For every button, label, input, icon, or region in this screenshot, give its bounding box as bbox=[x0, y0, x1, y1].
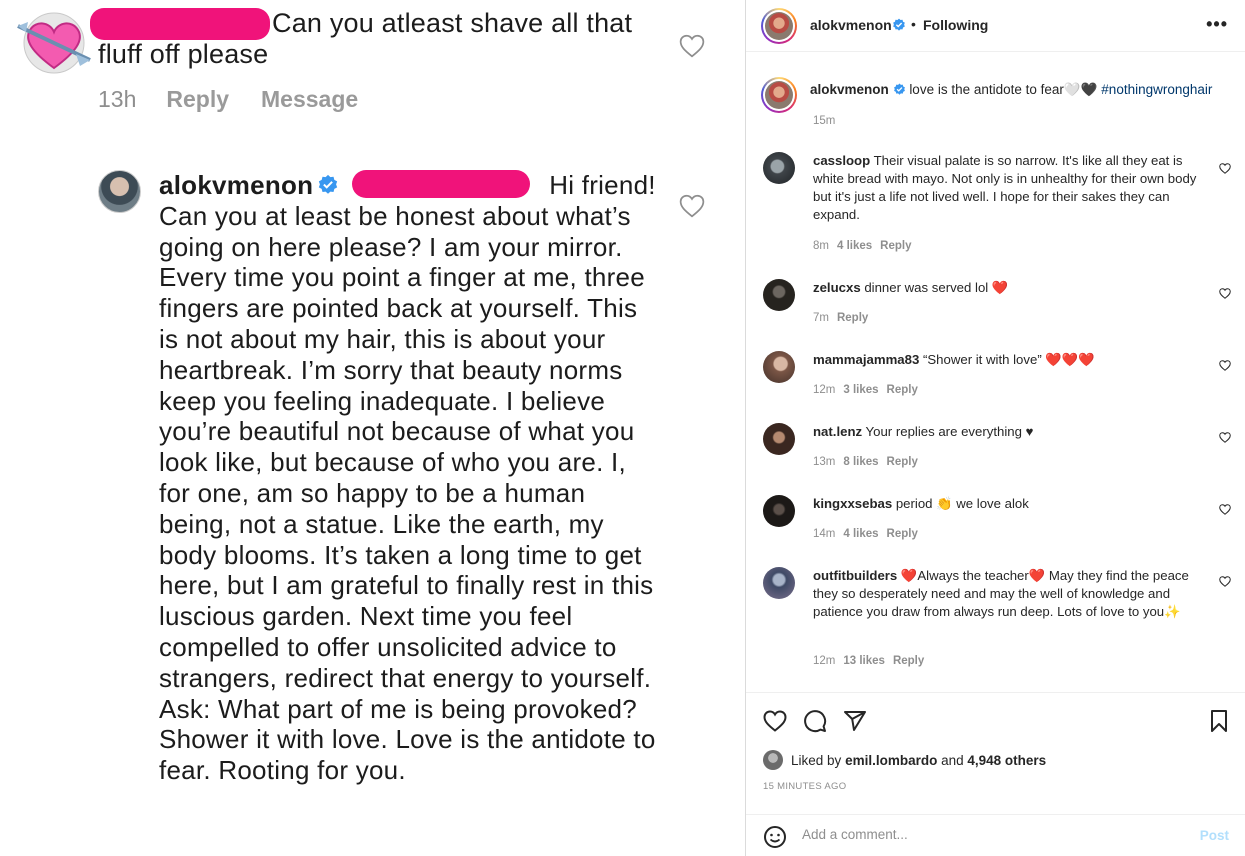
comment-like-heart-icon[interactable] bbox=[1219, 576, 1231, 587]
comment-username[interactable]: nat.lenz bbox=[813, 424, 862, 439]
likes-summary: Liked by emil.lombardo and 4,948 others bbox=[763, 750, 1046, 770]
comment-likes[interactable]: 8 likes bbox=[843, 456, 878, 468]
comment1-text: Can you atleast shave all that fluff off… bbox=[98, 8, 633, 69]
comment-likes[interactable]: 4 likes bbox=[837, 240, 872, 252]
comment-like-heart-icon[interactable] bbox=[1219, 360, 1231, 371]
post-actions: Liked by emil.lombardo and 4,948 others … bbox=[746, 692, 1245, 856]
comment-body: nat.lenz Your replies are everything ♥ bbox=[813, 424, 1034, 439]
likes-others-link[interactable]: 4,948 others bbox=[967, 753, 1046, 768]
caption-avatar[interactable] bbox=[761, 77, 797, 113]
comment-input[interactable] bbox=[802, 827, 1182, 842]
comment-likes[interactable]: 3 likes bbox=[843, 384, 878, 396]
comment-username[interactable]: outfitbuilders bbox=[813, 568, 897, 583]
caption-time: 15m bbox=[813, 115, 836, 127]
commenter-avatar[interactable] bbox=[763, 495, 795, 527]
comment-like-heart-icon[interactable] bbox=[1219, 163, 1231, 174]
comment-meta: 13m 8 likes Reply bbox=[813, 456, 918, 468]
alokvmenon-avatar bbox=[98, 170, 141, 213]
post-header: alokvmenon • Following ••• bbox=[746, 0, 1245, 52]
comment-like-heart-icon[interactable] bbox=[1219, 288, 1231, 299]
more-options-icon[interactable]: ••• bbox=[1206, 14, 1228, 35]
comment-meta: 12m 3 likes Reply bbox=[813, 384, 918, 396]
emoji-icon[interactable] bbox=[763, 825, 787, 849]
like-heart-icon[interactable] bbox=[763, 709, 787, 733]
comment-likes[interactable]: 13 likes bbox=[843, 655, 885, 667]
caption-hashtag[interactable]: #nothingwronghair bbox=[1101, 82, 1212, 97]
comment-meta: 12m 13 likes Reply bbox=[813, 655, 925, 667]
comment1-reply-button[interactable]: Reply bbox=[166, 86, 229, 113]
comment-meta: 8m 4 likes Reply bbox=[813, 240, 912, 252]
comment-meta: 14m 4 likes Reply bbox=[813, 528, 918, 540]
commenter-avatar[interactable] bbox=[763, 423, 795, 455]
liker-username[interactable]: emil.lombardo bbox=[845, 753, 937, 768]
caption: alokvmenon love is the antidote to fear🤍… bbox=[810, 82, 1230, 98]
header-avatar[interactable] bbox=[761, 8, 797, 44]
share-paper-plane-icon[interactable] bbox=[843, 709, 867, 733]
comment-reply-button[interactable]: Reply bbox=[880, 240, 911, 252]
caption-username[interactable]: alokvmenon bbox=[810, 82, 889, 97]
commenter-avatar[interactable] bbox=[763, 279, 795, 311]
verified-badge-icon bbox=[893, 83, 905, 95]
comment1-meta: 13h Reply Message bbox=[98, 86, 358, 113]
comment-like-heart-icon[interactable] bbox=[1219, 504, 1231, 515]
comment-body: mammajamma83 “Shower it with love” ❤️❤️❤… bbox=[813, 352, 1095, 367]
comment-like-heart-icon[interactable] bbox=[1219, 432, 1231, 443]
comment1-like-heart-icon[interactable] bbox=[679, 34, 705, 58]
add-comment-bar: Post bbox=[746, 814, 1245, 856]
comment-username[interactable]: cassloop bbox=[813, 153, 870, 168]
comment2-text: alokvmenon Hi friend! Can you at least be… bbox=[159, 170, 656, 786]
header-separator: • bbox=[911, 16, 916, 32]
commenter-avatar[interactable] bbox=[763, 567, 795, 599]
comment-likes[interactable]: 4 likes bbox=[843, 528, 878, 540]
comment1-time: 13h bbox=[98, 86, 137, 112]
post-comment-button[interactable]: Post bbox=[1200, 828, 1229, 843]
comment-reply-button[interactable]: Reply bbox=[887, 384, 918, 396]
comment-reply-button[interactable]: Reply bbox=[887, 528, 918, 540]
caption-text: love is the antidote to fear🤍🖤 bbox=[909, 82, 1098, 97]
comment-body: zelucxs dinner was served lol ❤️ bbox=[813, 280, 1009, 295]
header-username[interactable]: alokvmenon bbox=[810, 17, 892, 33]
commenter-avatar[interactable] bbox=[763, 351, 795, 383]
post-image: Can you atleast shave all that fluff off… bbox=[0, 0, 745, 856]
heart-arrow-avatar-icon bbox=[17, 12, 91, 74]
comment-body: cassloop Their visual palate is so narro… bbox=[813, 153, 1197, 222]
comment1-message-button[interactable]: Message bbox=[261, 86, 358, 113]
posted-time: 15 MINUTES AGO bbox=[763, 781, 847, 792]
comment-body: outfitbuilders ❤️Always the teacher❤️ Ma… bbox=[813, 568, 1189, 619]
commenter-avatar[interactable] bbox=[763, 152, 795, 184]
save-bookmark-icon[interactable] bbox=[1207, 709, 1231, 733]
verified-badge-icon bbox=[319, 174, 338, 194]
comment-username[interactable]: zelucxs bbox=[813, 280, 861, 295]
comment-body: kingxxsebas period 👏 we love alok bbox=[813, 496, 1029, 511]
comment-reply-button[interactable]: Reply bbox=[893, 655, 924, 667]
comment-username[interactable]: mammajamma83 bbox=[813, 352, 919, 367]
following-button[interactable]: Following bbox=[923, 17, 988, 33]
verified-badge-icon bbox=[893, 18, 905, 31]
liker-avatar bbox=[763, 750, 783, 770]
comment-reply-button[interactable]: Reply bbox=[837, 312, 868, 324]
comment2-like-heart-icon[interactable] bbox=[679, 194, 705, 218]
comment-bubble-icon[interactable] bbox=[803, 709, 827, 733]
comment-username[interactable]: kingxxsebas bbox=[813, 496, 892, 511]
comment-reply-button[interactable]: Reply bbox=[887, 456, 918, 468]
comment-meta: 7m Reply bbox=[813, 312, 869, 324]
post-side-panel: alokvmenon • Following ••• alokvmenon lo… bbox=[745, 0, 1245, 856]
